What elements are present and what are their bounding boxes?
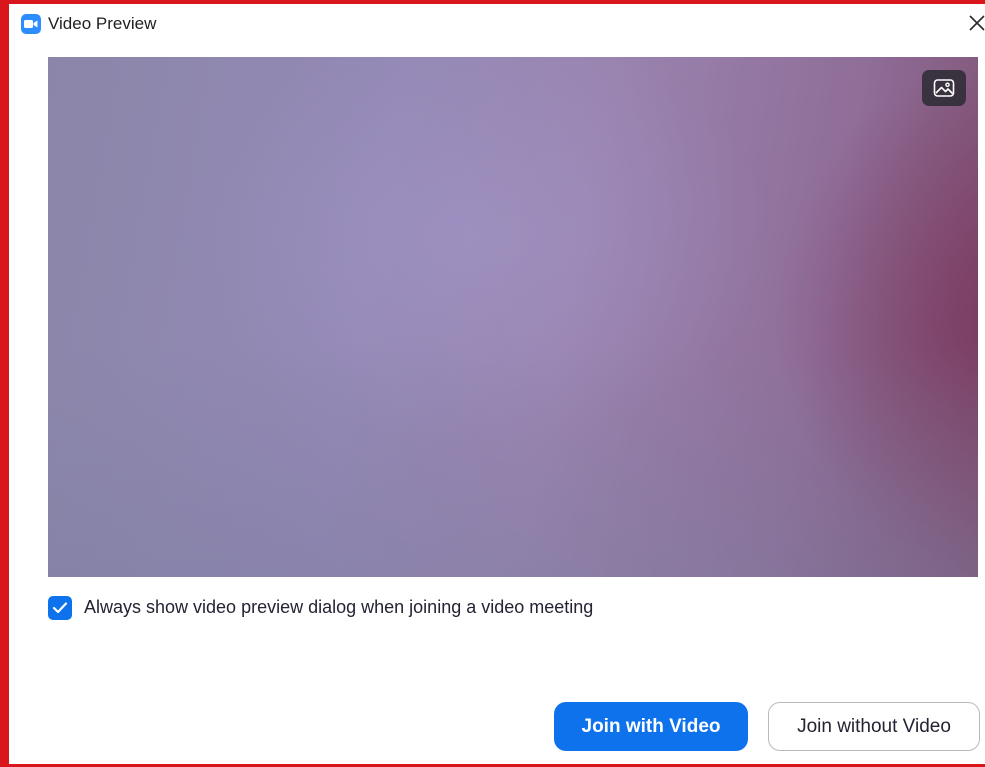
- always-show-preview-checkbox[interactable]: [48, 596, 72, 620]
- virtual-background-button[interactable]: [922, 70, 966, 106]
- join-without-video-button[interactable]: Join without Video: [768, 702, 980, 751]
- close-button[interactable]: [964, 10, 985, 36]
- image-icon: [933, 79, 955, 97]
- always-show-preview-label: Always show video preview dialog when jo…: [84, 597, 594, 617]
- video-preview: [48, 57, 978, 577]
- video-preview-window: Video Preview Always show video preview …: [0, 0, 985, 767]
- checkmark-icon: [52, 602, 68, 614]
- close-icon: [969, 15, 985, 31]
- title-bar: Video Preview: [18, 8, 985, 38]
- join-with-video-button[interactable]: Join with Video: [554, 702, 748, 751]
- zoom-camera-icon: [21, 14, 41, 34]
- window-title: Video Preview: [48, 14, 157, 33]
